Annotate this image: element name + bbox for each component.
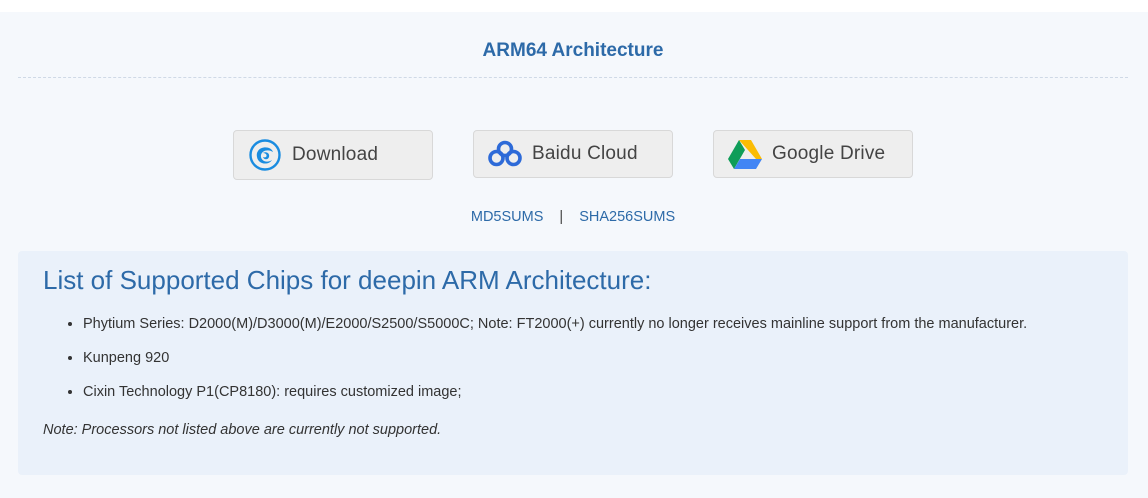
section-title: ARM64 Architecture (482, 40, 664, 61)
baidu-cloud-button-label: Baidu Cloud (532, 143, 638, 164)
baidu-cloud-icon (488, 137, 522, 171)
baidu-cloud-button[interactable]: Baidu Cloud (473, 130, 673, 178)
list-item: Kunpeng 920 (83, 347, 1027, 381)
list-item: Phytium Series: D2000(M)/D3000(M)/E2000/… (83, 313, 1027, 347)
download-button[interactable]: Download (233, 130, 433, 180)
supported-chips-box: List of Supported Chips for deepin ARM A… (18, 251, 1128, 475)
unsupported-note: Note: Processors not listed above are cu… (43, 422, 442, 438)
title-divider (18, 77, 1128, 78)
sha256sums-link[interactable]: SHA256SUMS (579, 209, 675, 225)
deepin-logo-icon (248, 138, 282, 172)
arm64-download-panel: ARM64 Architecture Download Baidu Cloud (0, 12, 1148, 498)
google-drive-button-label: Google Drive (772, 143, 886, 164)
google-drive-button[interactable]: Google Drive (713, 130, 913, 178)
google-drive-icon (728, 137, 762, 171)
supported-chips-heading: List of Supported Chips for deepin ARM A… (43, 265, 652, 295)
list-item: Cixin Technology P1(CP8180): requires cu… (83, 381, 1027, 415)
md5sums-link[interactable]: MD5SUMS (471, 209, 544, 225)
checksum-separator: | (559, 209, 564, 225)
download-button-label: Download (292, 144, 379, 165)
supported-chips-list: Phytium Series: D2000(M)/D3000(M)/E2000/… (83, 313, 1027, 415)
checksum-links: MD5SUMS | SHA256SUMS (0, 209, 1146, 225)
